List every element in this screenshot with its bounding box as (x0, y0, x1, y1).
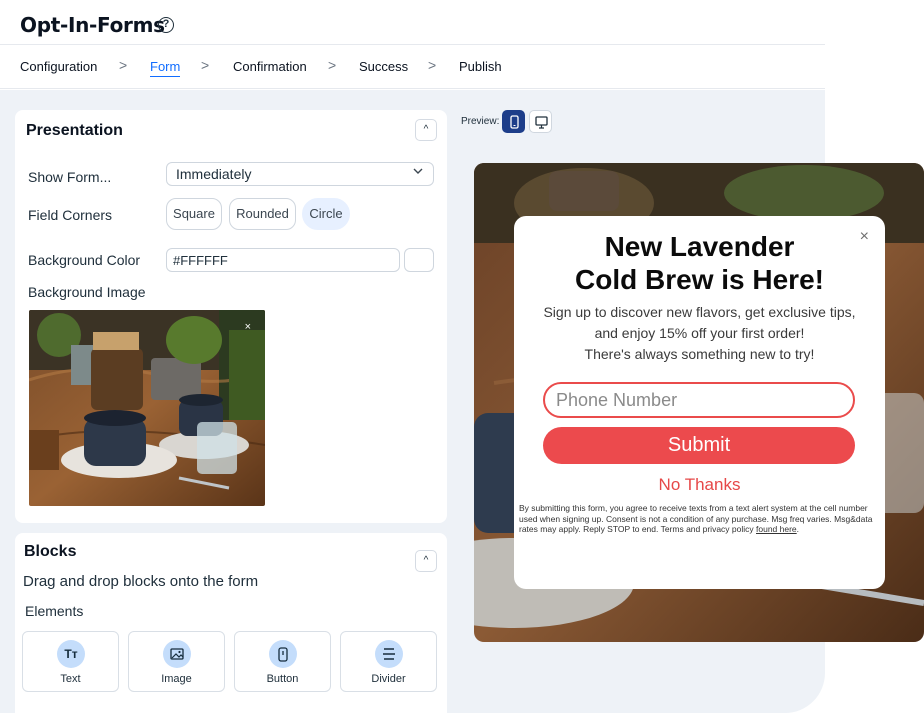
phone-number-input[interactable]: Phone Number (543, 382, 855, 418)
chevron-right-icon: > (119, 57, 128, 73)
breadcrumb-confirmation[interactable]: Confirmation (233, 59, 307, 74)
block-divider[interactable]: Divider (340, 631, 437, 692)
presentation-panel: Presentation ^ Show Form... Immediately … (15, 110, 447, 523)
chevron-right-icon: > (428, 57, 437, 73)
legal-disclaimer: By submitting this form, you agree to re… (519, 503, 883, 535)
drag-instructions: Drag and drop blocks onto the form (23, 573, 259, 590)
header: Opt-In-Forms ? (0, 0, 825, 45)
chevron-up-icon: ^ (423, 124, 429, 135)
submit-button[interactable]: Submit (543, 427, 855, 464)
preview-label: Preview: (461, 116, 500, 127)
chevron-up-icon: ^ (423, 555, 429, 566)
popup-heading-line1: New Lavender (604, 231, 795, 262)
legal-text: By submitting this form, you agree to re… (519, 503, 873, 534)
chevron-right-icon: > (201, 57, 210, 73)
popup-body-line3: There's always something new to try! (584, 346, 815, 362)
field-corners-label: Field Corners (28, 207, 113, 223)
chevron-down-icon (413, 167, 423, 178)
block-divider-label: Divider (371, 673, 406, 685)
app: Opt-In-Forms ? Configuration > Form > Co… (0, 0, 924, 713)
breadcrumb-success[interactable]: Success (359, 59, 408, 74)
breadcrumb: Configuration > Form > Confirmation > Su… (0, 45, 825, 89)
help-icon[interactable]: ? (158, 17, 174, 33)
text-icon: Tт (57, 640, 85, 668)
presentation-title: Presentation (26, 122, 123, 139)
block-image[interactable]: Image (128, 631, 225, 692)
button-icon (269, 640, 297, 668)
background-image-label: Background Image (28, 284, 146, 300)
corner-circle-button[interactable]: Circle (302, 198, 350, 230)
image-icon (163, 640, 191, 668)
popup-heading-line2: Cold Brew is Here! (575, 264, 824, 295)
corner-square-button[interactable]: Square (166, 198, 222, 230)
breadcrumb-configuration[interactable]: Configuration (20, 59, 97, 74)
desktop-icon (535, 116, 548, 129)
background-image-thumbnail[interactable]: × (29, 310, 265, 506)
elements-label: Elements (25, 603, 84, 619)
show-form-label: Show Form... (28, 169, 112, 185)
breadcrumb-publish[interactable]: Publish (459, 59, 502, 74)
privacy-policy-link[interactable]: found here (756, 524, 797, 534)
background-color-input[interactable]: #FFFFFF (166, 248, 400, 272)
chevron-right-icon: > (328, 57, 337, 73)
no-thanks-link[interactable]: No Thanks (514, 475, 885, 495)
optin-popup: × New Lavender Cold Brew is Here! Sign u… (514, 216, 885, 589)
popup-body-line2: and enjoy 15% off your first order! (594, 325, 805, 341)
preview-mobile-button[interactable] (502, 110, 525, 133)
remove-image-icon[interactable]: × (245, 321, 251, 333)
block-button-label: Button (266, 673, 299, 685)
collapse-presentation-button[interactable]: ^ (415, 119, 437, 141)
collapse-blocks-button[interactable]: ^ (415, 550, 437, 572)
block-text-label: Text (60, 673, 81, 685)
blocks-panel: Blocks ^ Drag and drop blocks onto the f… (15, 533, 447, 713)
coffee-photo (29, 310, 265, 506)
block-text[interactable]: Tт Text (22, 631, 119, 692)
background-color-label: Background Color (28, 252, 141, 268)
preview-desktop-button[interactable] (529, 110, 552, 133)
mobile-icon (510, 115, 519, 129)
show-form-value: Immediately (176, 166, 252, 182)
block-image-label: Image (161, 673, 192, 685)
popup-body-line1: Sign up to discover new flavors, get exc… (543, 304, 856, 320)
legal-end: . (796, 524, 800, 534)
blocks-title: Blocks (24, 543, 77, 560)
breadcrumb-form[interactable]: Form (150, 59, 181, 77)
page-title: Opt-In-Forms (20, 13, 165, 37)
divider-icon (375, 640, 403, 668)
show-form-select[interactable]: Immediately (166, 162, 434, 186)
corner-rounded-button[interactable]: Rounded (229, 198, 296, 230)
background-color-swatch[interactable] (404, 248, 434, 272)
block-button[interactable]: Button (234, 631, 331, 692)
